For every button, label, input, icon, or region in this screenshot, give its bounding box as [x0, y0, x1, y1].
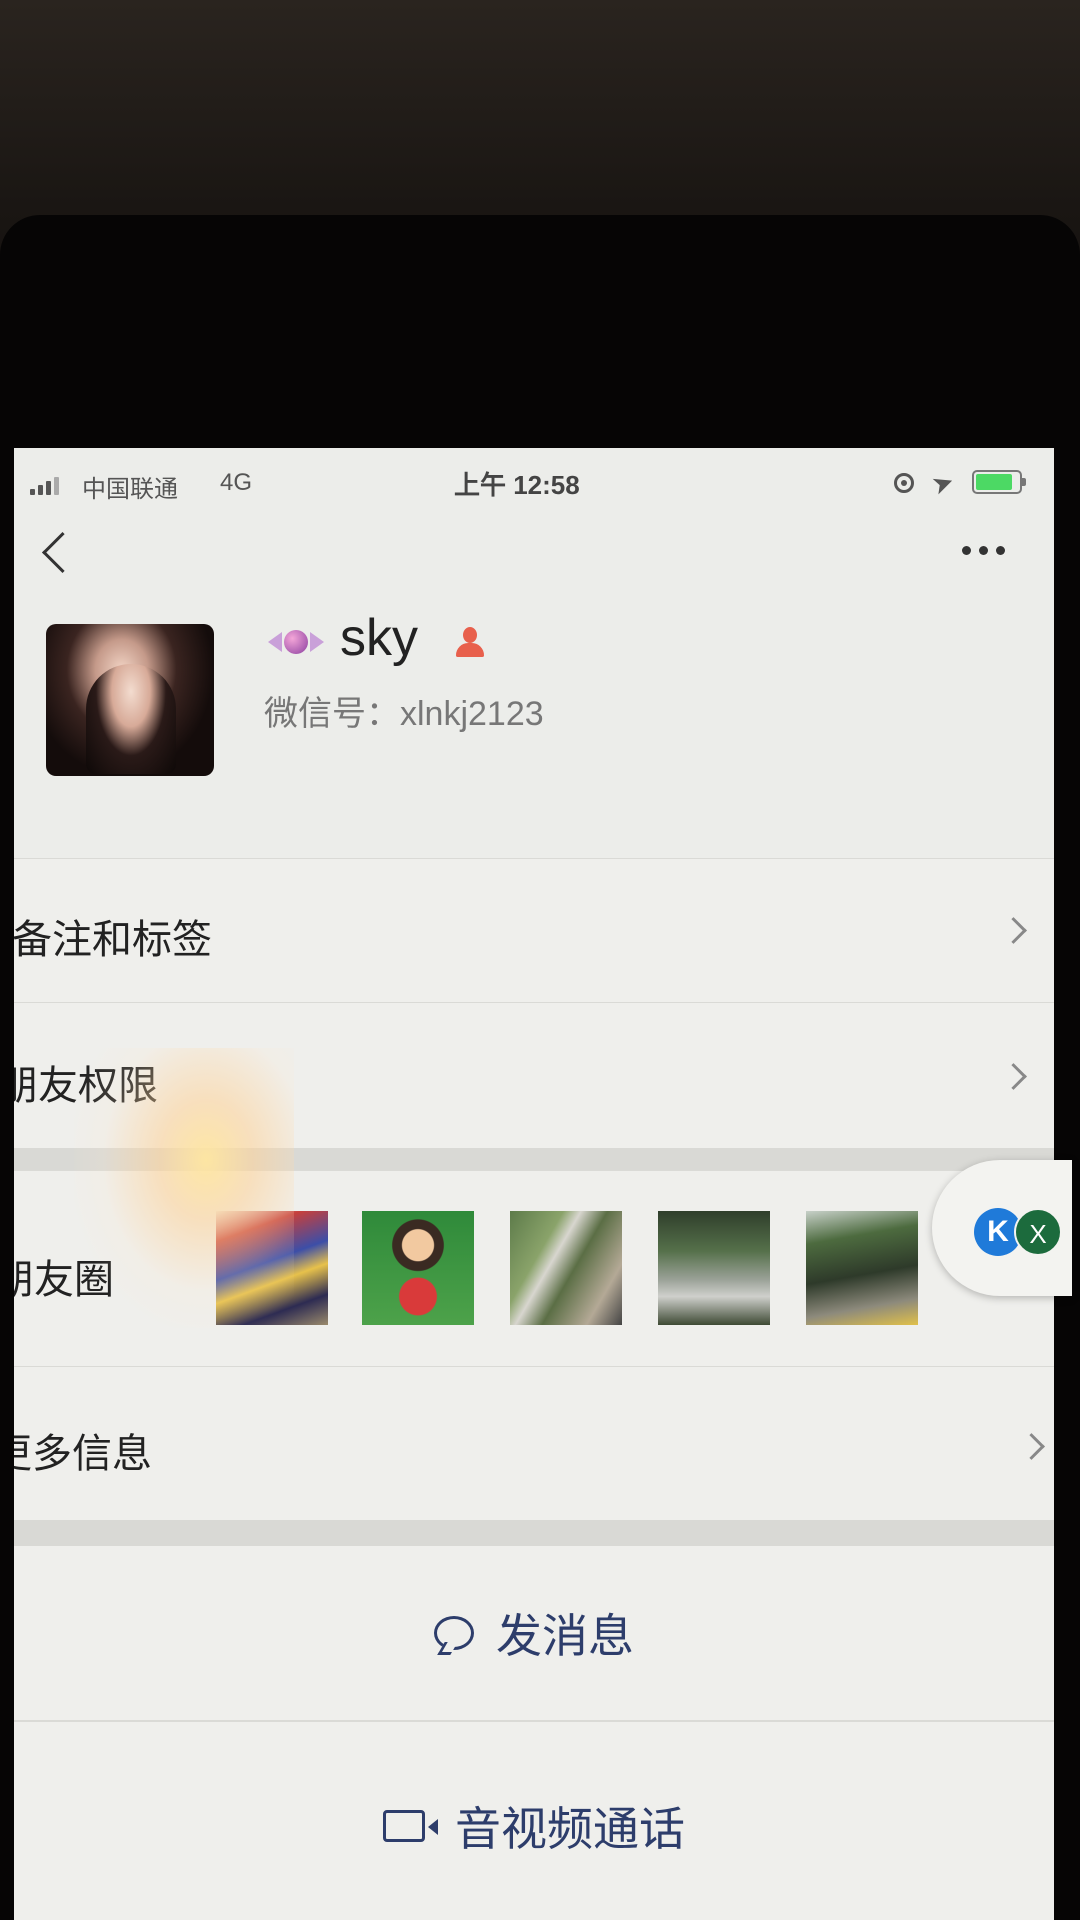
moments-photo — [510, 1211, 622, 1325]
chevron-right-icon — [1000, 917, 1027, 944]
row-permissions-label: 朋友权限 — [14, 1064, 158, 1108]
voice-video-call-button[interactable]: 音视频通话 — [14, 1722, 1054, 1920]
video-camera-icon — [383, 1810, 438, 1842]
battery-icon — [972, 470, 1026, 494]
row-more-info-label: 更多信息 — [14, 1432, 152, 1476]
wechat-id: 微信号：xlnkj2123 — [264, 695, 544, 733]
row-moments[interactable]: 朋友圈 — [14, 1170, 1054, 1367]
section-divider — [14, 1520, 1054, 1546]
floating-app-switcher[interactable]: K X — [932, 1160, 1072, 1296]
rotation-lock-icon — [894, 473, 914, 493]
send-message-label: 发消息 — [496, 1610, 634, 1662]
candy-icon — [268, 622, 324, 662]
chevron-right-icon — [1018, 1433, 1045, 1460]
contact-name: sky — [340, 609, 418, 667]
row-remark-label: 备注和标签 — [14, 918, 212, 962]
voice-video-call-label: 音视频通话 — [455, 1803, 685, 1855]
back-icon[interactable] — [41, 531, 84, 574]
network-type: 4G — [220, 469, 253, 496]
carrier-name: 中国联通 — [82, 476, 178, 503]
row-remark-and-tags[interactable]: 备注和标签 — [14, 858, 1054, 1003]
section-divider — [14, 1148, 1054, 1170]
row-moments-label: 朋友圈 — [14, 1258, 114, 1302]
phone-screen: 中国联通 4G 上午 12:58 ➤ sky 微信号：xlnkj2123 备注和… — [14, 448, 1054, 1920]
x-app-icon[interactable]: X — [1014, 1208, 1062, 1256]
status-time: 上午 12:58 — [454, 470, 580, 500]
avatar[interactable] — [46, 624, 214, 776]
moments-photo — [216, 1211, 328, 1325]
signal-strength-icon — [30, 473, 66, 495]
chat-bubble-icon — [434, 1616, 474, 1650]
row-more-info[interactable]: 更多信息 — [14, 1366, 1054, 1521]
send-message-button[interactable]: 发消息 — [14, 1546, 1054, 1720]
female-icon — [452, 625, 488, 661]
chevron-right-icon — [1000, 1063, 1027, 1090]
status-bar: 中国联通 4G 上午 12:58 ➤ — [14, 448, 1054, 518]
more-dots-icon[interactable] — [958, 544, 1010, 556]
row-friend-permissions[interactable]: 朋友权限 — [14, 1002, 1054, 1149]
location-arrow-icon: ➤ — [927, 465, 959, 501]
moments-photo — [806, 1211, 918, 1325]
moments-photo — [362, 1211, 474, 1325]
moments-photo — [658, 1211, 770, 1325]
